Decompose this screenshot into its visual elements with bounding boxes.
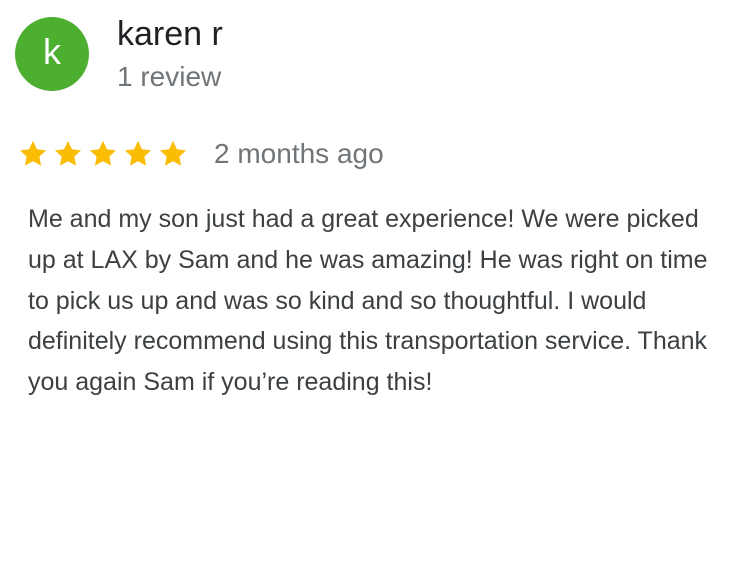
avatar-initial: k	[43, 31, 61, 72]
star-rating	[17, 138, 192, 170]
star-icon	[52, 138, 84, 170]
reviewer-name[interactable]: karen r	[117, 14, 223, 54]
avatar[interactable]: k	[15, 17, 89, 91]
review-card: k karen r 1 review 2 months ago Me and m…	[0, 0, 744, 566]
star-icon	[87, 138, 119, 170]
star-icon	[157, 138, 189, 170]
review-time: 2 months ago	[214, 138, 384, 169]
review-text: Me and my son just had a great experienc…	[28, 205, 708, 397]
reviewer-review-count: 1 review	[117, 61, 222, 92]
rating-row: 2 months ago	[17, 134, 384, 174]
star-icon	[122, 138, 154, 170]
star-icon	[17, 138, 49, 170]
